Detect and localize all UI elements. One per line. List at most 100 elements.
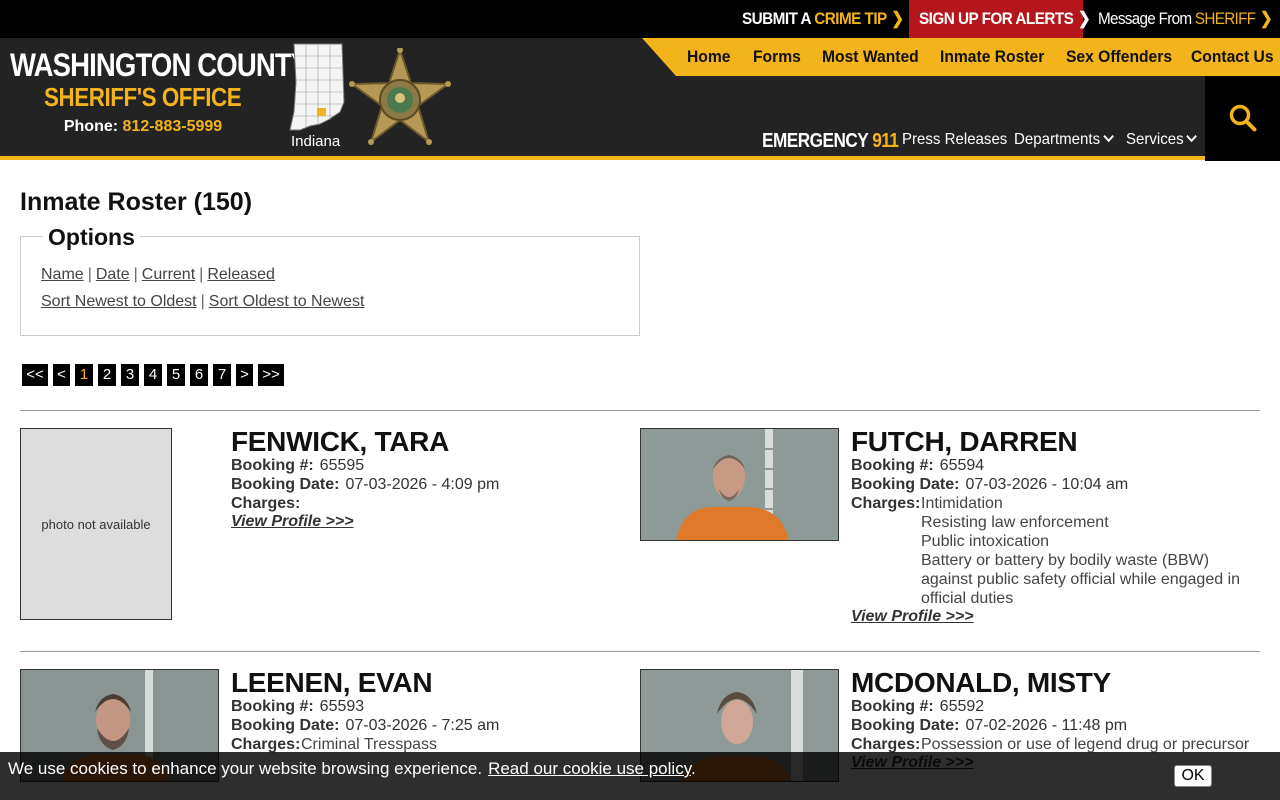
sort-oldest-link[interactable]: Sort Oldest to Newest [209,293,365,310]
subnav-label: Services [1126,131,1184,148]
booking-number: Booking #: 65595 [231,456,364,475]
field-label: Charges: [851,736,921,753]
inmate-photo-placeholder[interactable]: photo not available [20,428,172,620]
filter-current-link[interactable]: Current [142,266,195,283]
field-label: Booking Date: [851,717,960,734]
sort-links: Sort Newest to Oldest | Sort Oldest to New… [41,293,364,311]
phone-number-link[interactable]: 812-883-5999 [123,118,223,135]
subnav-services[interactable]: Services [1126,130,1198,149]
photo-na-text: photo not available [41,516,151,532]
booking-date: Booking Date: 07-02-2026 - 11:48 pm [851,716,1127,735]
chevron-right-icon: ❯ [1077,9,1091,28]
subnav-departments[interactable]: Departments [1014,130,1114,149]
filter-name-link[interactable]: Name [41,266,84,283]
header-gold-border [0,156,1205,160]
field-label: Charges: [231,736,301,753]
nav-contact-us[interactable]: Contact Us [1191,38,1274,76]
booking-number: Booking #: 65593 [231,697,364,716]
view-profile-link[interactable]: View Profile >>> [851,608,974,626]
page-title: Inmate Roster (150) [20,188,253,216]
emergency-911[interactable]: EMERGENCY 911 [762,130,899,153]
indiana-label: Indiana [291,133,341,150]
subnav-label: Departments [1014,131,1101,148]
booking-date: Booking Date: 07-03-2026 - 4:09 pm [231,475,499,494]
field-value: 65593 [319,698,365,715]
page-7[interactable]: 7 [213,364,231,386]
field-value: 07-03-2026 - 4:09 pm [345,476,500,493]
booking-number: Booking #: 65592 [851,697,984,716]
field-label: Booking #: [851,457,934,474]
nav-most-wanted[interactable]: Most Wanted [822,38,919,76]
booking-date: Booking Date: 07-03-2026 - 7:25 am [231,716,499,735]
page-next[interactable]: > [236,364,253,386]
nav-inmate-roster[interactable]: Inmate Roster [940,38,1044,76]
cookie-policy-link[interactable]: Read our cookie use policy [488,759,691,778]
cookie-message: We use cookies to enhance your website b… [8,759,696,778]
search-button[interactable] [1205,76,1280,161]
cookie-ok-button[interactable]: OK [1174,765,1212,787]
page-2[interactable]: 2 [98,364,116,386]
chevron-right-icon: ❯ [1259,9,1273,28]
sign-up-alerts-link[interactable]: SIGN UP FOR ALERTS ❯ [919,0,1091,38]
field-value: 07-03-2026 - 7:25 am [345,717,500,734]
subnav-press-releases[interactable]: Press Releases [902,131,1007,149]
alerts-label: SIGN UP FOR ALERTS [919,9,1074,28]
page-6[interactable]: 6 [190,364,208,386]
inmate-name: MCDONALD, MISTY [851,667,1111,698]
page-1[interactable]: 1 [75,364,93,386]
nav-forms[interactable]: Forms [753,38,801,76]
booking-number: Booking #: 65594 [851,456,984,475]
charges-list: Intimidation Resisting law enforcement P… [921,494,1256,608]
chevron-right-icon: ❯ [891,9,904,28]
emergency-label: EMERGENCY [762,130,868,152]
indiana-map-icon [289,43,345,131]
brand-subtitle[interactable]: SHERIFF'S OFFICE [10,82,276,113]
crime-tip-highlight: CRIME TIP [814,9,887,28]
charge-item: Intimidation [921,495,1003,512]
emergency-number: 911 [872,130,899,152]
field-label: Booking Date: [231,717,340,734]
options-legend: Options [43,224,140,251]
message-highlight: SHERIFF [1194,9,1256,28]
filter-date-link[interactable]: Date [96,266,130,283]
message-from-sheriff-link[interactable]: Message From SHERIFF ❯ [1098,0,1273,38]
charges-label: Charges: [231,494,306,513]
brand-subtitle-text: SHERIFF'S OFFICE [44,82,242,112]
separator: | [199,266,204,283]
divider [20,410,1260,411]
page-4[interactable]: 4 [144,364,162,386]
options-panel: Options Name | Date | Current | Released Sort … [20,224,640,336]
subnav-label: Press Releases [902,131,1008,148]
page-last[interactable]: >> [258,364,284,386]
cookie-banner: We use cookies to enhance your website b… [0,752,1280,800]
sort-newest-link[interactable]: Sort Newest to Oldest [41,293,197,310]
crime-tip-prefix: SUBMIT A [742,9,811,28]
separator: | [200,293,205,310]
field-label: Charges: [231,495,301,512]
field-value: 65595 [319,457,365,474]
phone-label: Phone: [63,118,119,135]
field-label: Booking #: [851,698,934,715]
charge-item: Public intoxication [921,533,1050,550]
view-profile-link[interactable]: View Profile >>> [231,513,354,531]
inmate-photo[interactable] [640,428,839,541]
nav-home[interactable]: Home [687,38,730,76]
page-prev[interactable]: < [53,364,70,386]
inmate-name: FUTCH, DARREN [851,426,1078,457]
filter-released-link[interactable]: Released [207,266,275,283]
field-value: 07-03-2026 - 10:04 am [965,476,1129,493]
page-5[interactable]: 5 [167,364,185,386]
nav-sex-offenders[interactable]: Sex Offenders [1066,38,1172,76]
field-label: Booking #: [231,457,314,474]
charges-label: Charges: [851,494,926,513]
submit-crime-tip-link[interactable]: SUBMIT A CRIME TIP ❯ [742,0,904,38]
page-3[interactable]: 3 [121,364,139,386]
inmate-name: LEENEN, EVAN [231,667,433,698]
booking-date: Booking Date: 07-03-2026 - 10:04 am [851,475,1128,494]
field-label: Booking Date: [851,476,960,493]
field-value: 65594 [939,457,985,474]
page-first[interactable]: << [22,364,48,386]
search-icon [1229,104,1257,132]
charge-item: Resisting law enforcement [921,514,1109,531]
brand-title[interactable]: WASHINGTON COUNTY [10,47,309,84]
